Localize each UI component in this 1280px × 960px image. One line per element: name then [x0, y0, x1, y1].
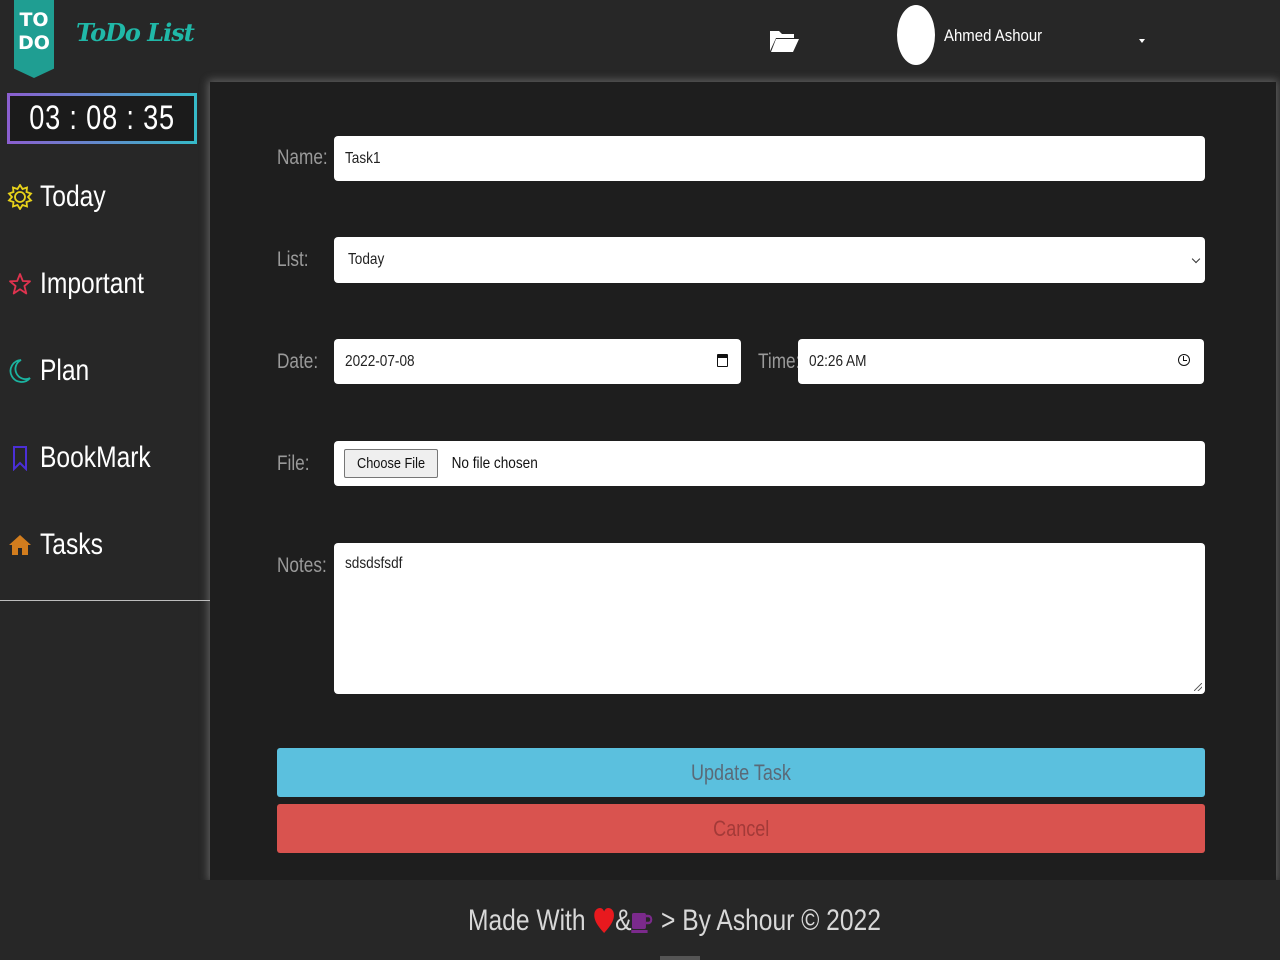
notes-value: sdsdsfsdf — [345, 555, 403, 572]
coffee-icon — [631, 913, 653, 933]
resize-handle-icon[interactable] — [1194, 683, 1202, 691]
choose-file-button[interactable]: Choose File — [344, 449, 439, 478]
moon-icon — [6, 357, 34, 385]
clock-timer: 03 : 08 : 35 — [7, 93, 197, 144]
time-value: 02:26 AM — [809, 352, 867, 370]
scroll-indicator — [660, 956, 700, 960]
clock-icon[interactable] — [1178, 354, 1190, 366]
sidebar-item-label: Important — [40, 267, 144, 300]
notes-label: Notes: — [277, 554, 327, 577]
file-input[interactable]: Choose File No file chosen — [334, 441, 1205, 486]
folder-open-icon[interactable] — [768, 24, 800, 56]
sidebar-item-label: BookMark — [40, 441, 151, 474]
update-task-button[interactable]: Update Task — [277, 748, 1205, 797]
date-field[interactable]: 2022-07-08 — [334, 339, 741, 384]
sidebar-item-label: Plan — [40, 354, 90, 387]
name-value: Task1 — [345, 149, 381, 167]
list-label: List: — [277, 248, 309, 271]
time-field[interactable]: 02:26 AM — [798, 339, 1204, 384]
footer-credit: Made With & > By Ashour © 2022 — [468, 904, 881, 938]
heart-icon — [594, 908, 615, 933]
avatar[interactable] — [897, 5, 935, 65]
chevron-down-icon[interactable] — [1139, 39, 1145, 43]
time-label: Time: — [758, 350, 801, 373]
cancel-button[interactable]: Cancel — [277, 804, 1205, 853]
app-logo-text[interactable]: ToDo List — [76, 18, 195, 47]
sidebar-item-today[interactable]: Today — [0, 172, 210, 222]
footer: Made With & > By Ashour © 2022 — [0, 880, 1280, 960]
notes-textarea[interactable]: sdsdsfsdf — [334, 543, 1205, 694]
file-label: File: — [277, 452, 310, 475]
sidebar-item-important[interactable]: Important — [0, 259, 210, 309]
footer-amp: & — [615, 904, 632, 937]
list-select[interactable]: Today — [334, 237, 1205, 283]
sidebar-item-label: Today — [40, 180, 106, 213]
name-field[interactable]: Task1 — [334, 136, 1205, 181]
sidebar-divider — [0, 600, 210, 601]
home-icon — [6, 531, 34, 559]
logo-badge[interactable]: TO DO — [14, 0, 54, 78]
sidebar-item-plan[interactable]: Plan — [0, 346, 210, 396]
sun-icon — [6, 183, 34, 211]
chevron-down-icon — [1191, 254, 1201, 264]
star-icon — [6, 270, 34, 298]
bookmark-icon — [6, 444, 34, 472]
username[interactable]: Ahmed Ashour — [944, 26, 1042, 46]
list-value: Today — [348, 251, 385, 268]
name-label: Name: — [277, 146, 328, 169]
footer-made-with: Made With — [468, 904, 586, 937]
timer-text: 03 : 08 : 35 — [29, 99, 175, 137]
top-header: TO DO ToDo List Ahmed Ashour — [0, 0, 1280, 82]
task-edit-panel: Name: Task1 List: Today Date: 2022-07-08… — [210, 82, 1276, 880]
date-label: Date: — [277, 350, 319, 373]
sidebar-item-label: Tasks — [40, 528, 103, 561]
file-status: No file chosen — [451, 454, 538, 472]
footer-by: > By Ashour © 2022 — [661, 904, 881, 937]
sidebar-item-bookmark[interactable]: BookMark — [0, 433, 210, 483]
sidebar: 03 : 08 : 35 Today Important Plan BookMa… — [0, 82, 210, 880]
date-value: 2022-07-08 — [345, 352, 415, 370]
calendar-icon[interactable] — [717, 354, 728, 367]
sidebar-item-tasks[interactable]: Tasks — [0, 520, 210, 570]
